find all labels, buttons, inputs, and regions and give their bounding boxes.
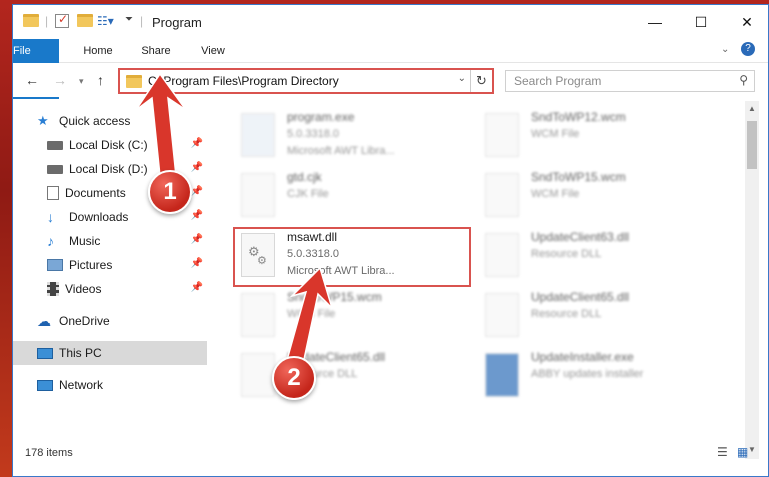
annotation-arrows [135, 72, 333, 365]
step-marker-2: 2 [272, 356, 316, 400]
step-marker-1: 1 [148, 170, 192, 214]
arrow-to-file [286, 266, 333, 365]
arrow-to-address-bar [135, 72, 187, 177]
